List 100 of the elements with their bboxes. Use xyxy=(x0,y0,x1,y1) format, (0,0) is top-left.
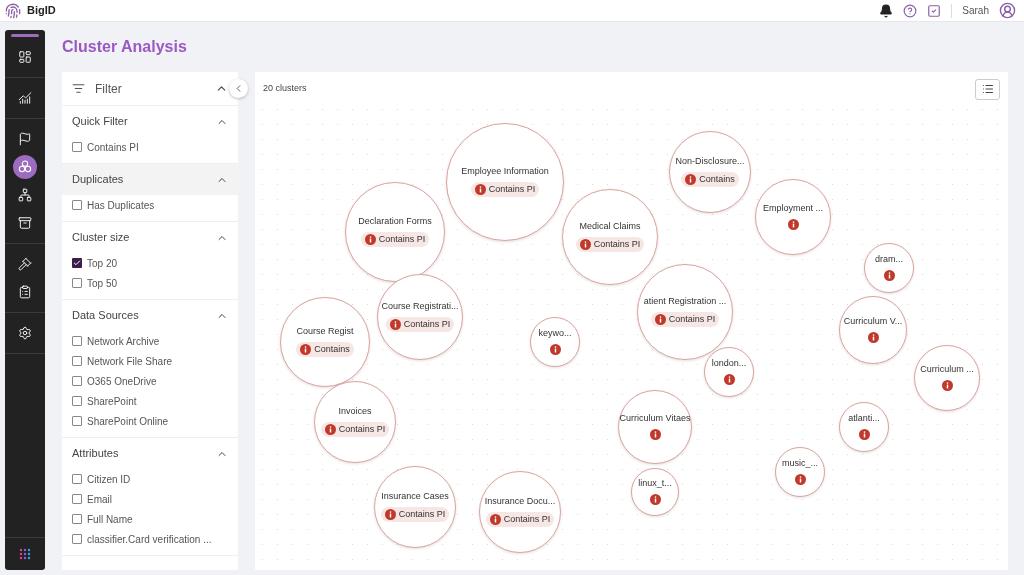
info-icon xyxy=(300,344,312,355)
filter-option[interactable]: Full Name xyxy=(62,509,238,529)
notification-icon[interactable] xyxy=(879,3,894,18)
filter-title: Filter xyxy=(95,80,122,98)
checkbox[interactable] xyxy=(72,474,82,484)
cluster-bubble[interactable]: Insurance Docu... Contains PI xyxy=(479,471,561,553)
cluster-bubble[interactable]: music_... xyxy=(775,447,825,497)
filter-option[interactable]: Contains PI xyxy=(62,137,238,157)
checkbox[interactable] xyxy=(72,416,82,426)
section-header[interactable]: Data Sources xyxy=(62,300,238,331)
cluster-bubble[interactable]: Employment ... xyxy=(755,179,831,255)
info-icon xyxy=(883,270,895,281)
info-icon xyxy=(723,374,735,385)
cluster-bubble[interactable]: Insurance Cases Contains PI xyxy=(374,466,456,548)
cluster-label: Course Regist xyxy=(296,327,354,336)
cluster-label: Curriculum Vitaes xyxy=(619,414,691,423)
cluster-bubble[interactable]: Non-Disclosure... Contains xyxy=(669,131,751,213)
checkbox[interactable] xyxy=(72,514,82,524)
cluster-bubble[interactable]: Course Regist Contains xyxy=(280,297,370,387)
filter-option[interactable]: Citizen ID xyxy=(62,469,238,489)
fingerprint-logo-icon xyxy=(5,2,21,19)
info-icon xyxy=(654,314,666,325)
cluster-bubble[interactable]: Declaration Forms Contains PI xyxy=(345,182,445,282)
filter-option[interactable]: Top 50 xyxy=(62,273,238,293)
page-title: Cluster Analysis xyxy=(62,37,188,57)
filter-option[interactable]: Network Archive xyxy=(62,331,238,351)
section-header[interactable]: Duplicates xyxy=(62,164,238,195)
info-icon xyxy=(787,219,799,230)
archive-icon xyxy=(18,216,32,230)
chart-icon xyxy=(18,91,32,105)
cluster-label: dram... xyxy=(875,255,903,264)
cluster-bubble[interactable]: Invoices Contains PI xyxy=(314,381,396,463)
pi-badge: Contains xyxy=(681,172,739,187)
cluster-bubble[interactable]: dram... xyxy=(864,243,914,293)
checkbox[interactable] xyxy=(72,258,82,268)
clipboard-icon xyxy=(18,285,32,299)
pi-badge: Contains PI xyxy=(650,312,720,327)
cluster-label: Insurance Cases xyxy=(381,492,449,501)
tasks-icon[interactable] xyxy=(927,3,942,18)
cluster-bubble[interactable]: atlanti... xyxy=(839,402,889,452)
cluster-label: Declaration Forms xyxy=(358,217,432,226)
info-icon xyxy=(389,319,401,330)
info-icon xyxy=(384,509,396,520)
cluster-bubble[interactable]: Curriculum V... xyxy=(839,296,907,364)
filter-icon xyxy=(72,82,85,95)
cluster-bubble[interactable]: Employee Information Contains PI xyxy=(446,123,564,241)
settings-icon xyxy=(18,326,32,340)
filter-option[interactable]: Has Duplicates xyxy=(62,195,238,215)
cluster-bubble[interactable]: london... xyxy=(704,347,754,397)
avatar-icon[interactable] xyxy=(999,2,1016,19)
filter-option[interactable]: Email xyxy=(62,489,238,509)
filter-option[interactable]: classifier.Card verification ... xyxy=(62,529,238,549)
help-icon[interactable] xyxy=(903,3,918,18)
section-header[interactable]: Quick Filter xyxy=(62,106,238,137)
checkbox[interactable] xyxy=(72,534,82,544)
user-name[interactable]: Sarah xyxy=(962,3,989,18)
checkbox[interactable] xyxy=(72,278,82,288)
info-icon xyxy=(867,332,879,343)
flag-icon xyxy=(18,132,32,146)
cluster-bubble[interactable]: Medical Claims Contains PI xyxy=(562,189,658,285)
info-icon xyxy=(685,174,697,185)
nav-button[interactable] xyxy=(13,155,37,179)
cluster-label: Non-Disclosure... xyxy=(675,157,745,166)
info-icon xyxy=(324,424,336,435)
filter-option[interactable]: SharePoint xyxy=(62,391,238,411)
filter-option[interactable]: SharePoint Online xyxy=(62,411,238,431)
cluster-bubble[interactable]: Curriculum ... xyxy=(914,345,980,411)
checkbox[interactable] xyxy=(72,356,82,366)
checkbox[interactable] xyxy=(72,494,82,504)
checkbox[interactable] xyxy=(72,200,82,210)
info-icon xyxy=(474,184,486,195)
section-header[interactable]: Cluster size xyxy=(62,222,238,253)
cluster-bubble[interactable]: keywo... xyxy=(530,317,580,367)
cluster-label: linux_t... xyxy=(638,479,672,488)
checkbox[interactable] xyxy=(72,396,82,406)
apps-grid-icon[interactable] xyxy=(19,548,31,560)
info-icon xyxy=(858,429,870,440)
info-icon xyxy=(579,239,591,250)
filter-option[interactable]: Top 20 xyxy=(62,253,238,273)
cluster-label: Curriculum ... xyxy=(920,365,974,374)
hierarchy-icon xyxy=(18,188,32,202)
cluster-label: atient Registration ... xyxy=(643,297,727,306)
cluster-bubble[interactable]: atient Registration ... Contains PI xyxy=(637,264,733,360)
filter-option[interactable]: O365 OneDrive xyxy=(62,371,238,391)
filter-option[interactable]: Network File Share xyxy=(62,351,238,371)
info-icon xyxy=(489,514,501,525)
cluster-bubble[interactable]: linux_t... xyxy=(631,468,679,516)
cluster-label: Employment ... xyxy=(763,204,823,213)
checkbox[interactable] xyxy=(72,336,82,346)
list-icon xyxy=(981,83,994,95)
cluster-bubble[interactable]: Course Registrati... Contains PI xyxy=(377,274,463,360)
cluster-bubble[interactable]: Curriculum Vitaes xyxy=(618,390,692,464)
cluster-count: 20 clusters xyxy=(263,82,307,96)
cluster-label: atlanti... xyxy=(848,414,880,423)
brand-name: BigID xyxy=(27,3,56,19)
cluster-label: Insurance Docu... xyxy=(484,497,556,506)
checkbox[interactable] xyxy=(72,376,82,386)
list-view-button[interactable] xyxy=(975,78,1000,100)
section-header[interactable]: Attributes xyxy=(62,438,238,469)
checkbox[interactable] xyxy=(72,142,82,152)
